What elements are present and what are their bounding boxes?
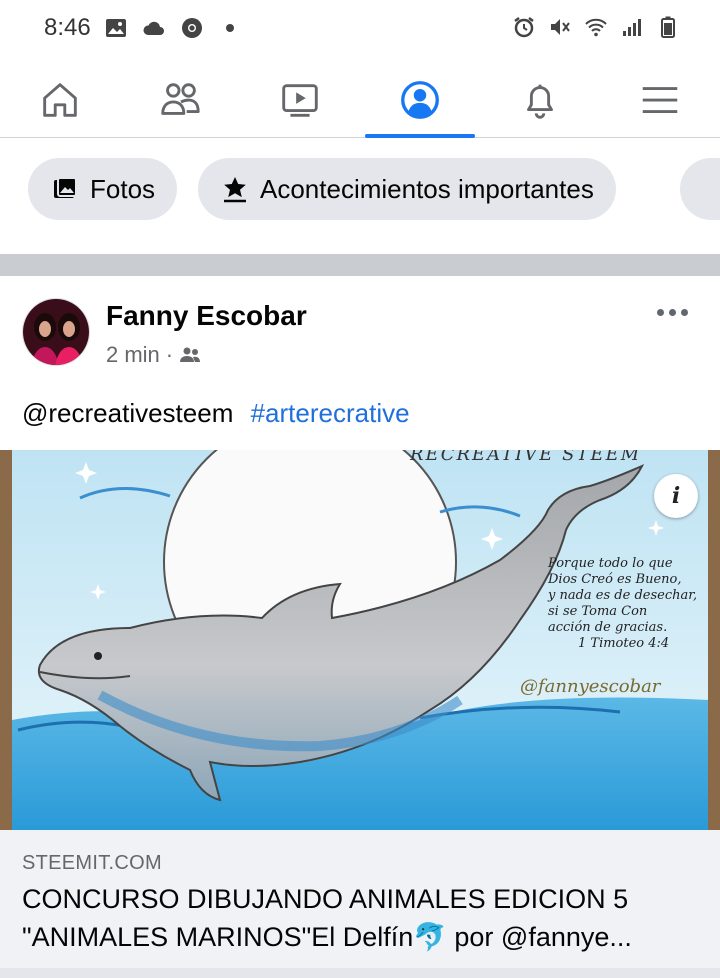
poem-line: si se Toma Con bbox=[548, 604, 648, 619]
tab-notifications[interactable] bbox=[485, 62, 595, 138]
meta-separator: · bbox=[165, 342, 174, 367]
mute-icon bbox=[551, 19, 570, 35]
menu-icon bbox=[642, 87, 678, 113]
bell-icon bbox=[527, 84, 553, 119]
photos-chip-label: Fotos bbox=[90, 173, 156, 204]
section-divider bbox=[0, 254, 720, 276]
post-author-name[interactable]: Fanny Escobar bbox=[106, 300, 307, 332]
post-time[interactable]: 2 min bbox=[106, 342, 160, 368]
drawing-header-text: RECREATIVE STEEM bbox=[410, 450, 642, 465]
profile-chip-row: Fotos Acontecimientos importantes bbox=[0, 138, 720, 254]
watch-icon bbox=[282, 84, 318, 117]
poem-line: acción de gracias. bbox=[548, 620, 668, 635]
post-mention[interactable]: @recreativesteem bbox=[22, 398, 233, 428]
poem-line: 1 Timoteo 4:4 bbox=[578, 636, 670, 651]
chrome-icon bbox=[182, 18, 202, 38]
post-meta: 2 min · bbox=[106, 342, 201, 368]
life-events-chip[interactable]: Acontecimientos importantes bbox=[198, 158, 616, 220]
avatar-photo bbox=[23, 299, 89, 365]
photos-chip[interactable]: Fotos bbox=[28, 158, 178, 220]
poem-line: Dios Creó es Bueno, bbox=[548, 572, 682, 587]
tab-home[interactable] bbox=[5, 62, 115, 138]
poem-line: Porque todo lo que bbox=[548, 556, 673, 571]
link-preview-card[interactable]: STEEMIT.COM CONCURSO DIBUJANDO ANIMALES … bbox=[0, 830, 720, 978]
friends-icon bbox=[161, 83, 200, 115]
main-navigation bbox=[0, 62, 720, 138]
status-time: 8:46 bbox=[44, 14, 91, 41]
life-event-icon bbox=[224, 177, 246, 203]
signal-icon bbox=[623, 19, 641, 36]
life-events-chip-label: Acontecimientos importantes bbox=[260, 173, 594, 204]
post-more-button[interactable] bbox=[652, 304, 692, 320]
friends-audience-icon[interactable] bbox=[179, 346, 201, 364]
post-image[interactable]: RECREATIVE STEEM Porque todo lo que Dios… bbox=[0, 450, 720, 830]
more-dot bbox=[668, 308, 676, 316]
tab-menu[interactable] bbox=[605, 62, 715, 138]
wifi-icon bbox=[585, 18, 607, 37]
tab-friends[interactable] bbox=[125, 62, 235, 138]
post-text: @recreativesteem #arterecrative bbox=[22, 398, 410, 429]
status-bar: 8:46 bbox=[0, 0, 720, 56]
post-header: Fanny Escobar 2 min · bbox=[0, 276, 720, 386]
image-info-button[interactable]: i bbox=[654, 474, 698, 518]
more-dot bbox=[656, 308, 664, 316]
link-domain: STEEMIT.COM bbox=[22, 852, 162, 874]
poem-line: y nada es de desechar, bbox=[548, 588, 698, 603]
status-system-icons bbox=[512, 15, 680, 39]
tab-watch[interactable] bbox=[245, 62, 355, 138]
status-notification-icons bbox=[104, 16, 242, 40]
profile-icon bbox=[401, 81, 439, 119]
gallery-icon bbox=[106, 19, 126, 37]
more-chip[interactable] bbox=[680, 158, 720, 220]
cloud-icon bbox=[143, 21, 164, 35]
drawing-poem: Porque todo lo que Dios Creó es Bueno, y… bbox=[548, 556, 718, 652]
photos-icon bbox=[54, 177, 77, 198]
post-bottom-divider bbox=[0, 968, 720, 978]
home-icon bbox=[43, 83, 77, 117]
drawing-signature: @fannyescobar bbox=[520, 676, 661, 697]
battery-icon bbox=[661, 16, 675, 38]
link-title: CONCURSO DIBUJANDO ANIMALES EDICION 5 "A… bbox=[22, 884, 632, 952]
avatar[interactable] bbox=[22, 298, 90, 366]
more-dot bbox=[680, 308, 688, 316]
alarm-icon bbox=[514, 17, 534, 38]
dot-icon bbox=[226, 24, 234, 32]
post-hashtag[interactable]: #arterecrative bbox=[251, 398, 410, 428]
tab-profile[interactable] bbox=[365, 62, 475, 138]
